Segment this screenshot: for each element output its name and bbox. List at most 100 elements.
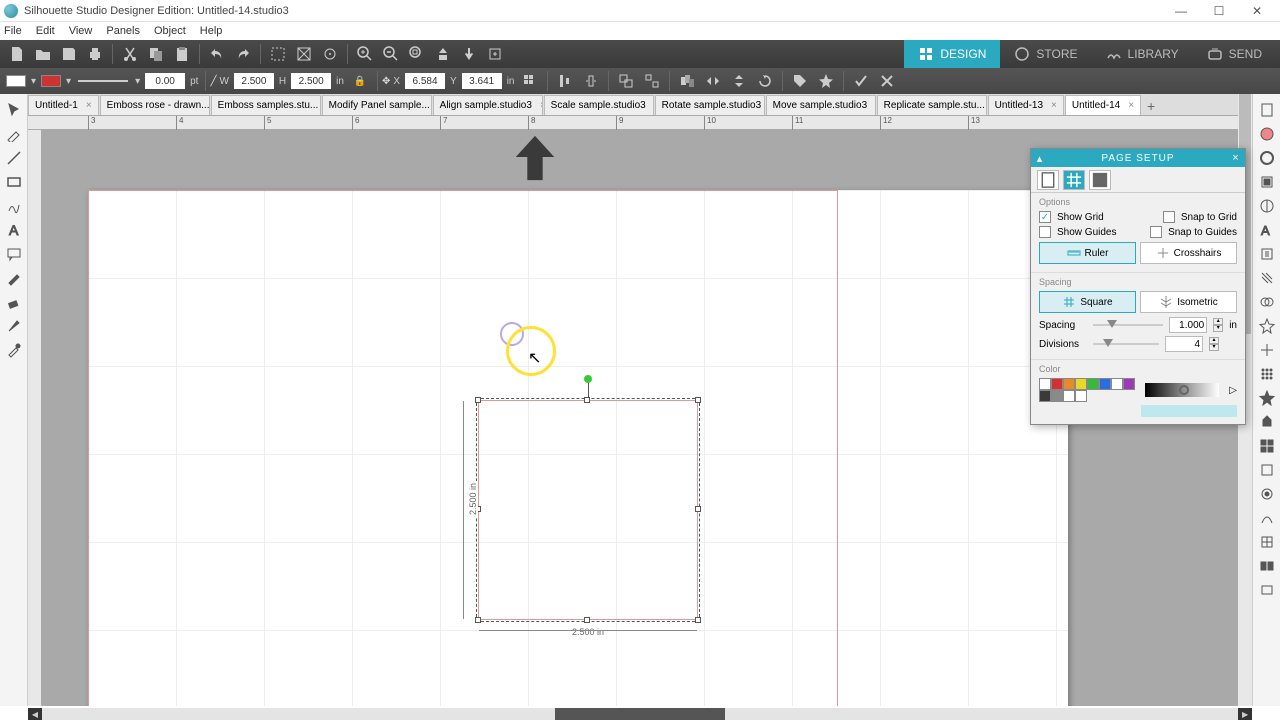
stroke-input[interactable]: [145, 73, 185, 89]
y-input[interactable]: [462, 73, 502, 89]
add-tab-button[interactable]: +: [1142, 97, 1160, 115]
rotate-button[interactable]: [753, 69, 777, 93]
align-button[interactable]: [553, 69, 577, 93]
color-swatch[interactable]: [1063, 390, 1075, 402]
mirror-h-button[interactable]: [701, 69, 725, 93]
ruler-horizontal[interactable]: 3 4 5 6 7 8 9 10 11 12 13: [28, 116, 1252, 130]
tab-5[interactable]: Scale sample.studio3×: [544, 95, 654, 115]
lock-aspect-button[interactable]: 🔒: [348, 69, 372, 93]
line-panel-button[interactable]: [1256, 147, 1278, 169]
transform-panel-button[interactable]: [1256, 243, 1278, 265]
star-button[interactable]: [814, 69, 838, 93]
lightness-slider[interactable]: [1145, 383, 1219, 397]
pan-button[interactable]: [457, 42, 481, 66]
paste-button[interactable]: [170, 42, 194, 66]
handle-nw[interactable]: [475, 397, 481, 403]
show-grid-checkbox[interactable]: [1039, 211, 1051, 223]
handle-ne[interactable]: [695, 397, 701, 403]
color-swatch[interactable]: [1087, 378, 1099, 390]
nest-panel-button[interactable]: [1256, 387, 1278, 409]
select-tool[interactable]: [3, 99, 25, 121]
spacing-slider[interactable]: [1093, 319, 1163, 331]
ruler-button[interactable]: Ruler: [1039, 242, 1136, 264]
line-style[interactable]: [78, 80, 128, 82]
color-swatch[interactable]: [1051, 378, 1063, 390]
line-swatch[interactable]: [41, 75, 61, 87]
handle-e[interactable]: [695, 506, 701, 512]
menu-help[interactable]: Help: [200, 25, 223, 37]
tab-4[interactable]: Align sample.studio3×: [433, 95, 543, 115]
knife-panel-button[interactable]: [1256, 411, 1278, 433]
print-button[interactable]: [83, 42, 107, 66]
zoomin-button[interactable]: [353, 42, 377, 66]
color-swatch[interactable]: [1039, 378, 1051, 390]
color-swatches[interactable]: [1039, 378, 1135, 402]
crosshairs-button[interactable]: Crosshairs: [1140, 242, 1237, 264]
menu-panels[interactable]: Panels: [106, 25, 140, 37]
ruler-vertical[interactable]: [28, 130, 42, 706]
zoomdrag-button[interactable]: [483, 42, 507, 66]
copy-button[interactable]: [144, 42, 168, 66]
offset-panel-button[interactable]: [1256, 267, 1278, 289]
divisions-slider[interactable]: [1093, 338, 1159, 350]
tab-3[interactable]: Modify Panel sample...×: [322, 95, 432, 115]
send-panel-button[interactable]: [1256, 579, 1278, 601]
handle-se[interactable]: [695, 617, 701, 623]
tab-10[interactable]: Untitled-14×: [1065, 95, 1141, 115]
close-button[interactable]: ✕: [1238, 1, 1276, 21]
tab-0[interactable]: Untitled-1×: [28, 95, 99, 115]
draw-tool[interactable]: [3, 267, 25, 289]
zoomsel-button[interactable]: [405, 42, 429, 66]
freehand-tool[interactable]: [3, 195, 25, 217]
panel-close-button[interactable]: ×: [1229, 151, 1243, 165]
sketch-button[interactable]: [1256, 507, 1278, 529]
selected-rectangle[interactable]: 2.500 in 2.500 in: [478, 400, 698, 620]
zoomout-button[interactable]: [379, 42, 403, 66]
material-button[interactable]: [1256, 531, 1278, 553]
tab-8[interactable]: Replicate sample.stu...×: [877, 95, 987, 115]
color-swatch[interactable]: [1075, 390, 1087, 402]
menu-edit[interactable]: Edit: [36, 25, 55, 37]
replicate-button[interactable]: [675, 69, 699, 93]
apply-button[interactable]: [849, 69, 873, 93]
color-swatch[interactable]: [1075, 378, 1087, 390]
square-button[interactable]: Square: [1039, 291, 1136, 313]
color-swatch[interactable]: [1051, 390, 1063, 402]
distribute-button[interactable]: [579, 69, 603, 93]
divisions-spinner[interactable]: ▴▾: [1209, 337, 1219, 351]
panel-tab-reg[interactable]: [1089, 170, 1111, 190]
mode-store[interactable]: STORE: [1000, 40, 1091, 68]
rotate-handle[interactable]: [584, 375, 592, 383]
scroll-thumb[interactable]: [555, 708, 726, 720]
text-panel-button[interactable]: A: [1256, 219, 1278, 241]
minimize-button[interactable]: —: [1162, 1, 1200, 21]
bluetooth-button[interactable]: [1256, 459, 1278, 481]
tab-6[interactable]: Rotate sample.studio3×: [655, 95, 765, 115]
fill-panel-button[interactable]: [1256, 123, 1278, 145]
scale-panel-button[interactable]: [1256, 363, 1278, 385]
group-button[interactable]: [614, 69, 638, 93]
scroll-left-button[interactable]: ◀: [28, 708, 42, 720]
mirror-v-button[interactable]: [727, 69, 751, 93]
fill-swatch[interactable]: [6, 75, 26, 87]
spacing-input[interactable]: [1169, 317, 1207, 333]
collapse-icon[interactable]: ▴: [1033, 151, 1047, 165]
page-setup-button[interactable]: [1256, 99, 1278, 121]
ungroup-button[interactable]: [640, 69, 664, 93]
color-swatch[interactable]: [1099, 378, 1111, 390]
open-button[interactable]: [31, 42, 55, 66]
grid-snap-button[interactable]: [518, 69, 542, 93]
tab-1[interactable]: Emboss rose - drawn...×: [100, 95, 210, 115]
handle-s[interactable]: [584, 617, 590, 623]
replicate-panel-button[interactable]: [1256, 315, 1278, 337]
eraser-tool[interactable]: [3, 291, 25, 313]
line-tool[interactable]: [3, 147, 25, 169]
menu-object[interactable]: Object: [154, 25, 186, 37]
panel-tab-page[interactable]: [1037, 170, 1059, 190]
eyedropper-icon[interactable]: ▷: [1229, 385, 1237, 396]
snap-guides-checkbox[interactable]: [1150, 226, 1162, 238]
edit-points-tool[interactable]: [3, 123, 25, 145]
color-swatch[interactable]: [1111, 378, 1123, 390]
trace-panel-button[interactable]: [1256, 171, 1278, 193]
handle-n[interactable]: [584, 397, 590, 403]
